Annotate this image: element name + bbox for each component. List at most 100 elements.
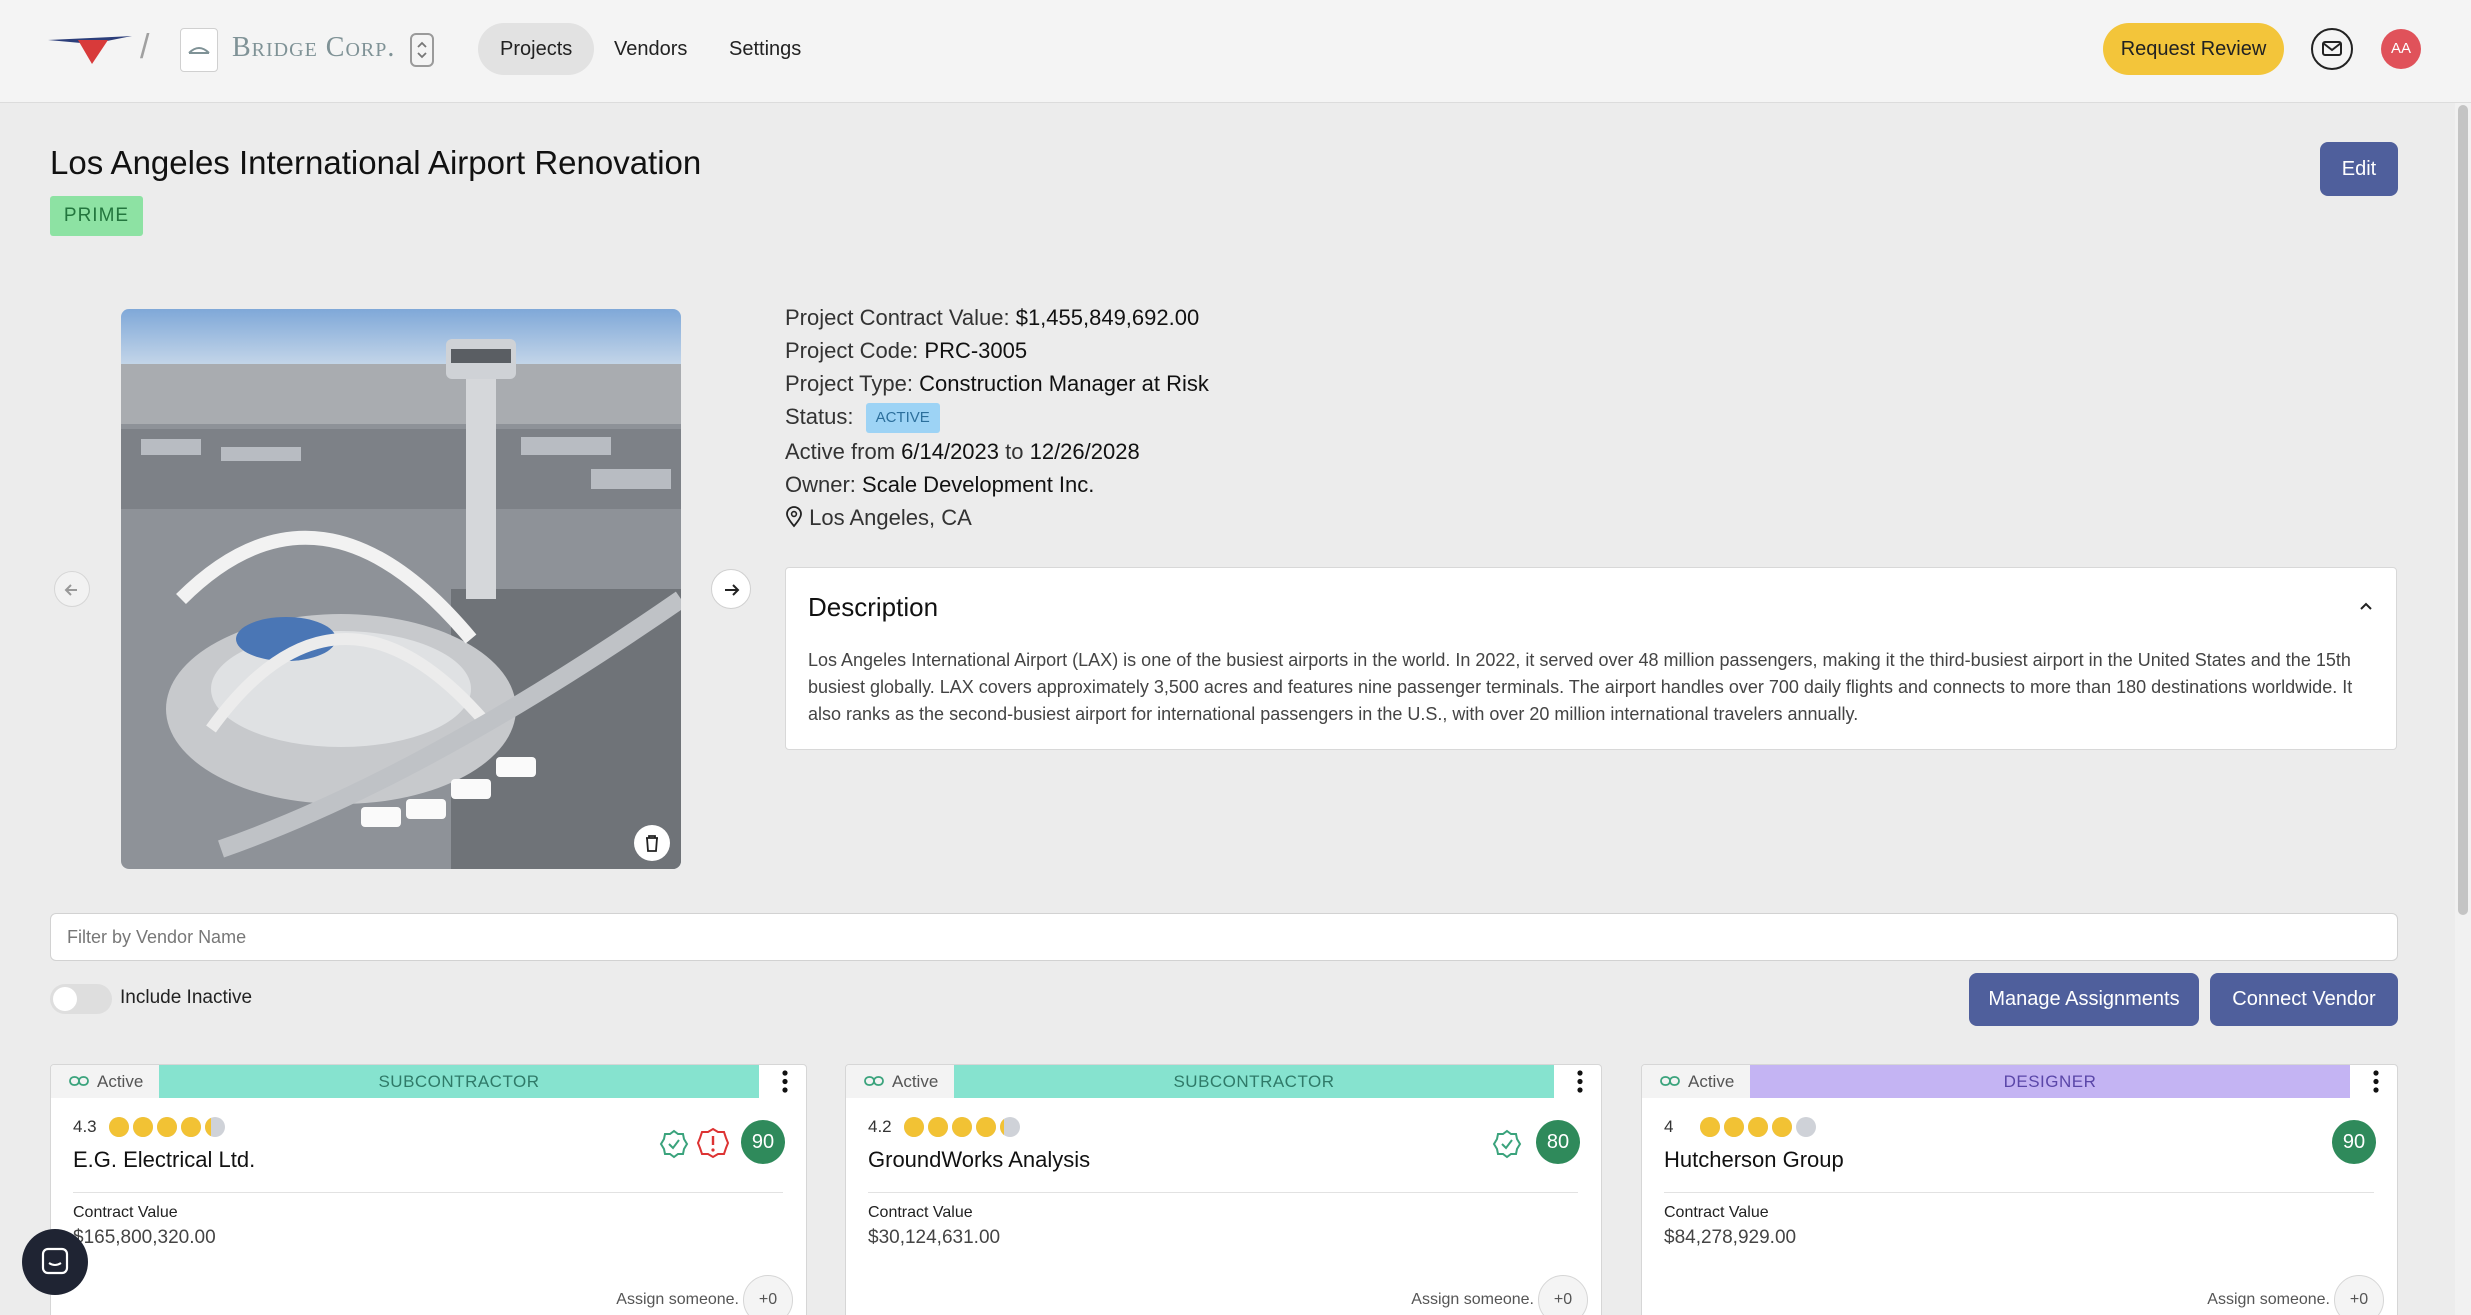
vendor-card-header: Active SUBCONTRACTOR bbox=[846, 1065, 1601, 1098]
tier-badge: PRIME bbox=[50, 196, 143, 236]
vendor-name[interactable]: Hutcherson Group bbox=[1664, 1147, 1844, 1173]
rating-stars bbox=[904, 1117, 1020, 1137]
card-divider bbox=[73, 1192, 783, 1193]
vendor-card-header: Active DESIGNER bbox=[1642, 1065, 2397, 1098]
chat-icon bbox=[41, 1247, 69, 1275]
kebab-menu-icon[interactable] bbox=[1558, 1065, 1602, 1098]
end-date: 12/26/2028 bbox=[1029, 439, 1140, 464]
mail-icon bbox=[2322, 41, 2342, 56]
nav-vendors[interactable]: Vendors bbox=[592, 23, 709, 75]
verified-check-icon bbox=[1492, 1129, 1522, 1159]
rating-stars bbox=[1700, 1117, 1816, 1137]
vendor-card-header: Active SUBCONTRACTOR bbox=[51, 1065, 806, 1098]
arrow-right-icon bbox=[725, 584, 740, 596]
vendor-rating: 4.2 bbox=[868, 1117, 892, 1136]
vendor-status: Active bbox=[1642, 1065, 1750, 1098]
owner-label: Owner: bbox=[785, 472, 863, 497]
kebab-menu-icon[interactable] bbox=[2354, 1065, 2398, 1098]
status-badge: ACTIVE bbox=[865, 403, 940, 433]
request-review-button[interactable]: Request Review bbox=[2103, 23, 2284, 75]
assign-count-button[interactable]: +0 bbox=[1538, 1275, 1588, 1315]
vendor-status-label: Active bbox=[1688, 1072, 1735, 1091]
vendor-status-label: Active bbox=[892, 1072, 939, 1091]
contract-value-label: Contract Value bbox=[73, 1204, 178, 1221]
contract-value-label: Project Contract Value: bbox=[785, 305, 1016, 330]
vendor-name[interactable]: GroundWorks Analysis bbox=[868, 1147, 1090, 1173]
assign-count-button[interactable]: +0 bbox=[2334, 1275, 2384, 1315]
project-type-label: Project Type: bbox=[785, 371, 920, 396]
vendor-contract-value: $30,124,631.00 bbox=[868, 1227, 1001, 1248]
toggle-knob bbox=[53, 987, 77, 1011]
carousel-prev-button[interactable] bbox=[54, 571, 90, 607]
description-body: Los Angeles International Airport (LAX) … bbox=[808, 650, 2353, 724]
vendor-score-badge: 90 bbox=[741, 1120, 785, 1164]
vendor-rating: 4 bbox=[1664, 1117, 1674, 1136]
scrollbar-thumb[interactable] bbox=[2458, 105, 2468, 915]
edit-button[interactable]: Edit bbox=[2320, 142, 2398, 196]
card-divider bbox=[1664, 1192, 2374, 1193]
company-logo-icon[interactable] bbox=[48, 34, 132, 64]
vendor-score-badge: 90 bbox=[2332, 1120, 2376, 1164]
vendor-contract-value: $165,800,320.00 bbox=[73, 1227, 216, 1248]
status-row: Status: ACTIVE bbox=[785, 403, 940, 433]
project-code-label: Project Code: bbox=[785, 338, 925, 363]
nav-settings[interactable]: Settings bbox=[707, 23, 823, 75]
nav-projects[interactable]: Projects bbox=[478, 23, 595, 75]
vendor-type-badge: SUBCONTRACTOR bbox=[954, 1065, 1554, 1098]
card-divider bbox=[868, 1192, 1578, 1193]
carousel-next-button[interactable] bbox=[711, 569, 751, 609]
assign-someone-label[interactable]: Assign someone. bbox=[611, 1291, 739, 1309]
vendor-card[interactable]: Active SUBCONTRACTOR 4.3 E.G. Electrical Lt… bbox=[50, 1064, 807, 1315]
warning-icon bbox=[697, 1127, 729, 1159]
manage-assignments-button[interactable]: Manage Assignments bbox=[1969, 973, 2199, 1026]
arrow-left-icon bbox=[64, 584, 77, 596]
vendor-status: Active bbox=[846, 1065, 954, 1098]
contract-value-label: Contract Value bbox=[868, 1204, 973, 1221]
delete-photo-button[interactable] bbox=[634, 825, 670, 861]
active-dates-row: Active from 6/14/2023 to 12/26/2028 bbox=[785, 439, 1140, 465]
trash-icon bbox=[646, 835, 658, 852]
project-code: PRC-3005 bbox=[924, 338, 1028, 363]
include-inactive-label: Include Inactive bbox=[120, 987, 253, 1008]
include-inactive-toggle[interactable] bbox=[50, 984, 112, 1014]
chevron-updown-icon[interactable] bbox=[410, 33, 434, 67]
connect-vendor-button[interactable]: Connect Vendor bbox=[2210, 973, 2398, 1026]
top-nav-bar: / Bridge Corp. Projects Vendors Settings… bbox=[0, 0, 2471, 103]
page-scrollbar[interactable] bbox=[2455, 103, 2471, 1315]
assign-count-button[interactable]: +0 bbox=[743, 1275, 793, 1315]
vendor-rating: 4.3 bbox=[73, 1117, 97, 1136]
vendor-name[interactable]: E.G. Electrical Ltd. bbox=[73, 1147, 255, 1173]
link-icon bbox=[69, 1076, 89, 1086]
vendor-card[interactable]: Active DESIGNER 4 Hutcherson Group 90 Contrac… bbox=[1641, 1064, 2398, 1315]
active-from-label: Active from bbox=[785, 439, 902, 464]
kebab-menu-icon[interactable] bbox=[763, 1065, 807, 1098]
assign-someone-label[interactable]: Assign someone. bbox=[2202, 1291, 2330, 1309]
contract-value: $1,455,849,692.00 bbox=[1015, 305, 1200, 330]
rating-stars bbox=[109, 1117, 225, 1137]
vendor-card[interactable]: Active SUBCONTRACTOR 4.2 GroundWorks Analys… bbox=[845, 1064, 1602, 1315]
start-date: 6/14/2023 bbox=[901, 439, 1000, 464]
breadcrumb-separator: / bbox=[140, 28, 150, 66]
project-type-row: Project Type: Construction Manager at Ri… bbox=[785, 371, 1209, 397]
to-label: to bbox=[999, 439, 1030, 464]
chat-launcher-button[interactable] bbox=[22, 1229, 88, 1295]
user-avatar[interactable]: AA bbox=[2381, 29, 2421, 69]
link-icon bbox=[864, 1076, 884, 1086]
description-panel: Description Los Angeles International Ai… bbox=[785, 567, 2397, 750]
vendor-type-badge: SUBCONTRACTOR bbox=[159, 1065, 759, 1098]
contract-value-row: Project Contract Value: $1,455,849,692.0… bbox=[785, 305, 1199, 331]
vendor-type-badge: DESIGNER bbox=[1750, 1065, 2350, 1098]
chevron-up-icon[interactable] bbox=[2356, 596, 2376, 616]
status-label: Status: bbox=[785, 403, 860, 429]
map-pin-icon bbox=[786, 506, 802, 528]
vendor-status: Active bbox=[51, 1065, 159, 1098]
assign-someone-label[interactable]: Assign someone. bbox=[1406, 1291, 1534, 1309]
brand-logo-icon bbox=[180, 28, 218, 72]
project-type: Construction Manager at Risk bbox=[919, 371, 1209, 396]
location: Los Angeles, CA bbox=[809, 505, 972, 530]
page-title: Los Angeles International Airport Renova… bbox=[50, 144, 702, 181]
mail-button[interactable] bbox=[2311, 28, 2353, 70]
verified-check-icon bbox=[659, 1129, 689, 1159]
vendor-filter-input[interactable] bbox=[50, 913, 2398, 961]
contract-value-label: Contract Value bbox=[1664, 1204, 1769, 1221]
